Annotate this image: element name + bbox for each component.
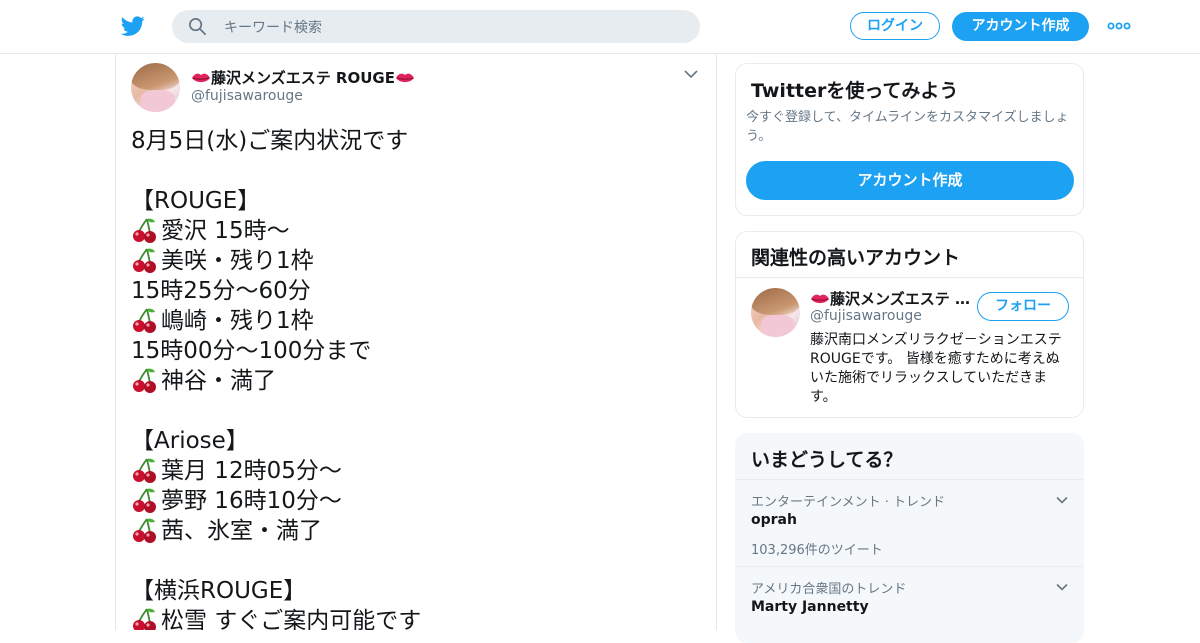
tweet-line-text: 【ROUGE】	[131, 188, 261, 214]
follow-button[interactable]: フォロー	[977, 292, 1069, 321]
tweet-line-text: 8月5日(水)ご案内状況です	[131, 128, 409, 154]
tweet-line-text: 茜、氷室・満了	[161, 518, 322, 544]
chevron-down-icon[interactable]	[1056, 583, 1068, 591]
trend-context: エンターテインメント · トレンド	[751, 495, 946, 510]
signup-button[interactable]: アカウント作成	[952, 12, 1089, 41]
cherries-emoji-icon	[133, 248, 156, 273]
trends-card-title: いまどうしてる？	[751, 449, 903, 471]
tweet-text-line: 15時25分～60分	[131, 276, 691, 306]
related-account-handle[interactable]: @fujisawarouge	[810, 308, 922, 324]
trend-tweet-count: 103,296件のツイート	[751, 543, 883, 558]
divider	[736, 277, 1083, 278]
lips-emoji-icon	[811, 294, 829, 304]
tweet-text-line	[131, 396, 691, 426]
related-account-name[interactable]: 藤沢メンズエステ ROUGE	[810, 288, 970, 309]
cherries-emoji-icon	[133, 308, 156, 333]
tweet-line-text: 松雪 すぐご案内可能です	[161, 608, 422, 630]
tweet-text-line: 8月5日(水)ご案内状況です	[131, 126, 691, 156]
signup-card-title: Twitterを使ってみよう	[751, 80, 959, 102]
tweet-line-text: 美咲・残り1枠	[161, 248, 314, 274]
trend-context: アメリカ合衆国のトレンド	[751, 582, 907, 597]
related-account-name-text: 藤沢メンズエステ ROUGE	[830, 290, 970, 308]
tweet-text-line	[131, 156, 691, 186]
twitter-bird-icon[interactable]	[120, 14, 146, 38]
tweet-text-line: 葉月 12時05分～	[131, 456, 691, 486]
chevron-down-icon[interactable]	[1056, 496, 1068, 504]
avatar[interactable]	[751, 288, 800, 337]
top-navigation-bar: ログイン アカウント作成	[0, 0, 1200, 54]
cherries-emoji-icon	[133, 488, 156, 513]
tweet-author-handle[interactable]: @fujisawarouge	[191, 88, 303, 104]
related-accounts-card: 関連性の高いアカウント 藤沢メンズエステ ROUGE @fujisawaroug…	[735, 231, 1084, 418]
tweet-text-line	[131, 546, 691, 576]
tweet-line-text: 夢野 16時10分～	[161, 488, 342, 514]
search-input[interactable]	[222, 10, 686, 45]
tweet-detail: 藤沢メンズエステ ROUGE @fujisawarouge 8月5日(水)ご案内…	[115, 53, 717, 630]
tweet-line-text: 葉月 12時05分～	[161, 458, 342, 484]
trend-item[interactable]: アメリカ合衆国のトレンド Marty Jannetty	[736, 566, 1083, 642]
cherries-emoji-icon	[133, 458, 156, 483]
trend-item[interactable]: エンターテインメント · トレンド oprah 103,296件のツイート	[736, 479, 1083, 567]
cherries-emoji-icon	[133, 218, 156, 243]
tweet-line-text: 嶋崎・残り1枠	[161, 308, 314, 334]
avatar[interactable]	[131, 63, 180, 112]
signup-prompt-card: Twitterを使ってみよう 今すぐ登録して、タイムラインをカスタマイズしましょ…	[735, 63, 1084, 216]
tweet-text-line: 夢野 16時10分～	[131, 486, 691, 516]
tweet-line-text: 【横浜ROUGE】	[131, 578, 307, 604]
trends-card: いまどうしてる？ エンターテインメント · トレンド oprah 103,296…	[735, 433, 1084, 643]
more-dots-icon[interactable]	[1107, 20, 1131, 32]
lips-emoji-icon	[192, 73, 210, 83]
related-card-title: 関連性の高いアカウント	[751, 247, 961, 269]
cherries-emoji-icon	[133, 518, 156, 543]
tweet-author-name[interactable]: 藤沢メンズエステ ROUGE	[191, 67, 415, 88]
tweet-text: 8月5日(水)ご案内状況です 【ROUGE】愛沢 15時～ 美咲・残り1枠 15時25…	[131, 126, 691, 630]
chevron-down-icon[interactable]	[684, 69, 698, 79]
cherries-emoji-icon	[133, 608, 156, 630]
search-icon	[189, 18, 206, 35]
tweet-line-text: 15時25分～60分	[131, 278, 311, 304]
tweet-text-line: 愛沢 15時～	[131, 216, 691, 246]
cherries-emoji-icon	[133, 368, 156, 393]
lips-emoji-icon	[395, 73, 414, 83]
tweet-text-line: 松雪 すぐご案内可能です	[131, 606, 691, 630]
tweet-text-line: 神谷・満了	[131, 366, 691, 396]
trend-name: oprah	[751, 512, 797, 528]
trend-name: Marty Jannetty	[751, 599, 869, 615]
login-button[interactable]: ログイン	[850, 12, 940, 40]
related-account-bio: 藤沢南口メンズリラクゼ－ションエステROUGEです。 皆様を癒すために考えぬいた…	[810, 332, 1062, 405]
search-bar	[172, 10, 700, 45]
tweet-line-text: 愛沢 15時～	[161, 218, 290, 244]
tweet-text-line: 15時00分～100分まで	[131, 336, 691, 366]
signup-card-description: 今すぐ登録して、タイムラインをカスタマイズしましょう。	[746, 110, 1069, 144]
tweet-line-text: 神谷・満了	[161, 368, 276, 394]
tweet-text-line: 嶋崎・残り1枠	[131, 306, 691, 336]
tweet-text-line: 美咲・残り1枠	[131, 246, 691, 276]
signup-card-button[interactable]: アカウント作成	[746, 161, 1074, 200]
tweet-text-line: 【横浜ROUGE】	[131, 576, 691, 606]
tweet-line-text: 【Ariose】	[131, 428, 249, 454]
tweet-author-name-text: 藤沢メンズエステ ROUGE	[211, 69, 395, 87]
tweet-text-line: 【Ariose】	[131, 426, 691, 456]
tweet-text-line: 茜、氷室・満了	[131, 516, 691, 546]
tweet-line-text: 15時00分～100分まで	[131, 338, 372, 364]
tweet-text-line: 【ROUGE】	[131, 186, 691, 216]
